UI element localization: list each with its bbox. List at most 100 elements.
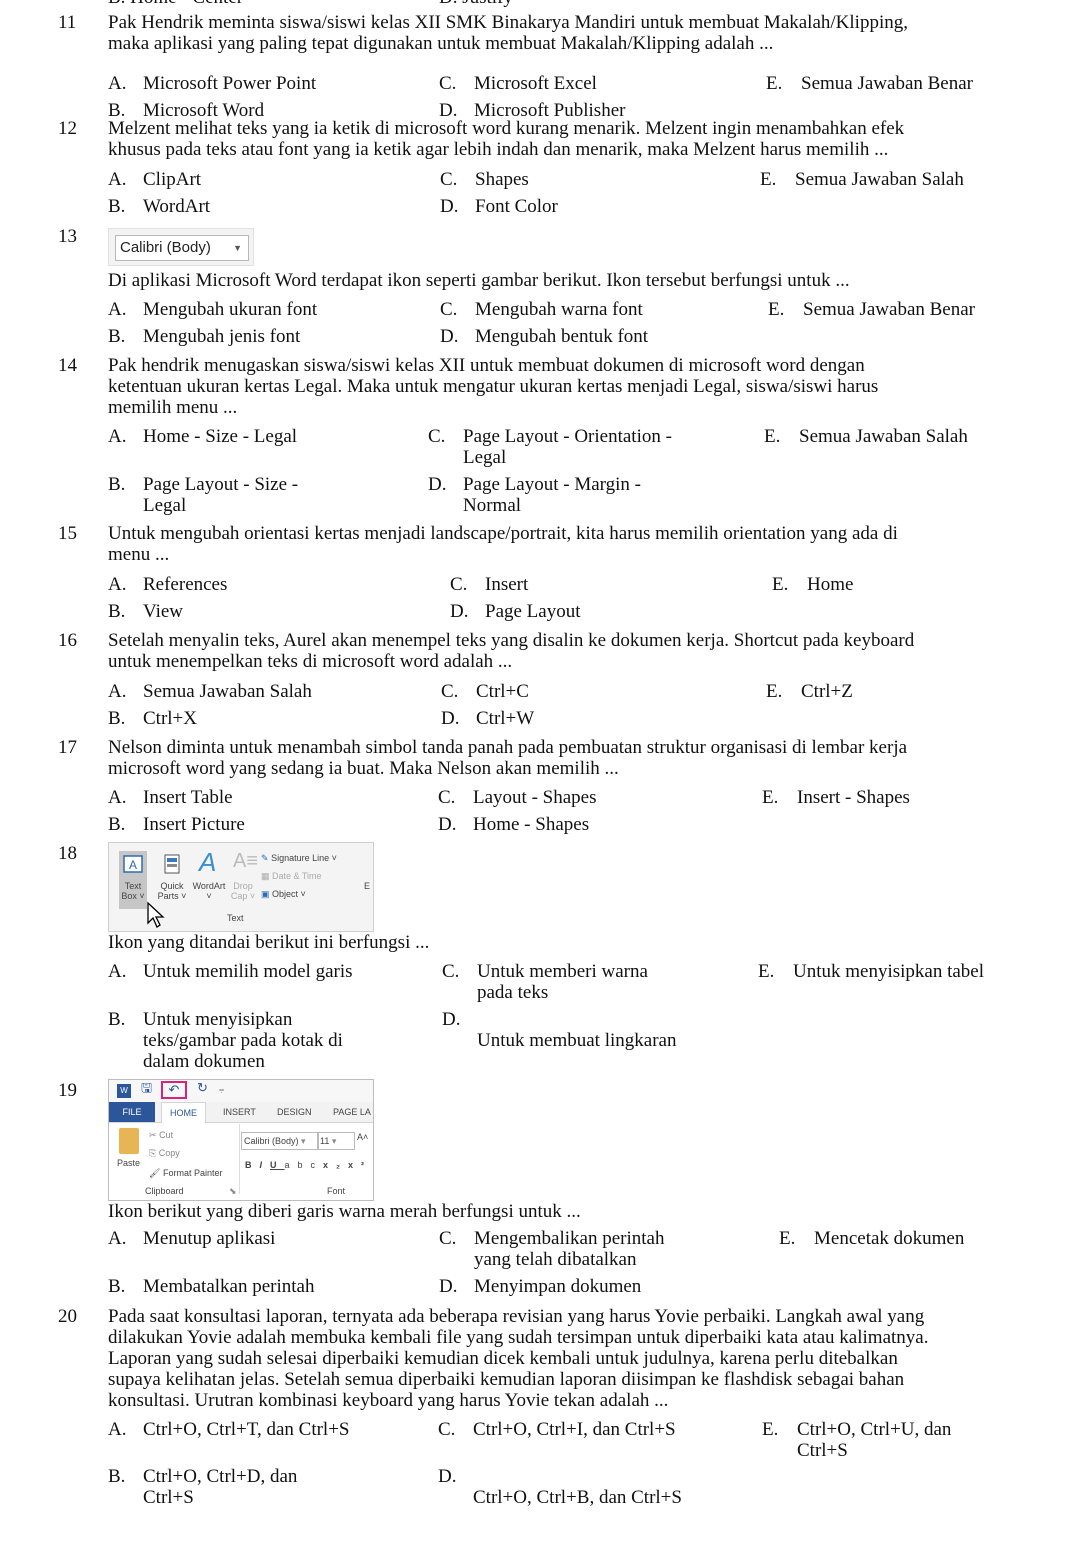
brush-icon: 🖌 [149,1168,161,1178]
option-text: Page Layout - Size - Legal [143,474,299,516]
option-text: Microsoft Excel [474,73,597,94]
option-letter: A. [108,574,127,595]
option-letter: C. [439,1228,457,1249]
customize-qat-icon: ⩦ [219,1084,225,1094]
option-letter: B. [108,814,126,835]
option-letter: B. [108,474,126,495]
option-text: Ctrl+O, Ctrl+T, dan Ctrl+S [143,1419,350,1440]
quick-parts-label: Quick Parts ˅ [157,881,187,901]
caret-down-icon: ▼ [233,243,242,253]
question-number: 15 [58,523,77,544]
option-letter: C. [440,169,458,190]
option-text: Untuk menyisipkan tabel [793,961,985,982]
cut-off-previous-options: B. Home - CenterD. Justify [108,0,808,8]
copy-icon: ⎘ [149,1148,157,1158]
question-number: 12 [58,118,77,139]
option-letter: C. [438,1419,456,1440]
question-text-line: ketentuan ukuran kertas Legal. Maka untu… [108,376,879,397]
question-text-line: Pak hendrik menugaskan siswa/siswi kelas… [108,355,865,376]
question-text: Ikon berikut yang diberi garis warna mer… [108,1201,1028,1222]
option-letter: B. [108,326,126,347]
option-letter: C. [440,299,458,320]
option-text: WordArt [143,196,211,217]
option-letter: D. [438,814,457,835]
option-text: Mengubah bentuk font [475,326,649,347]
option-letter: A. [108,426,127,447]
option-letter: E. [762,1419,779,1440]
svg-text:A: A [129,858,137,872]
question-text-line: Ikon berikut yang diberi garis warna mer… [108,1201,581,1222]
option-text: Menyimpan dokumen [474,1276,642,1297]
format-painter-item: 🖌 Format Painter [149,1168,223,1178]
question-text-line: Laporan yang sudah selesai diperbaiki ke… [108,1348,898,1369]
question-number: 18 [58,843,77,864]
paste-icon [119,1128,139,1154]
option-letter: C. [441,681,459,702]
option-letter: E. [762,787,779,808]
option-text: Insert [485,574,529,595]
question-text-line: khusus pada teks atau font yang ia ketik… [108,139,889,160]
paste-label: Paste [117,1158,141,1168]
question-text-line: microsoft word yang sedang ia buat. Maka… [108,758,619,779]
question-number: 19 [58,1080,77,1101]
font-name-box: Calibri (Body) ▾ [241,1132,319,1150]
insert-text-ribbon-image: A Text Box ˅ Quick Parts ˅ A WordArt ˅ A≡ D… [108,842,374,932]
option-letter: E. [758,961,775,982]
redo-icon: ↻ [197,1080,208,1095]
option-text: View [143,601,184,622]
option-text: Home [807,574,854,595]
signature-line-icon: ✎ [261,853,269,863]
undo-icon-highlighted: ↶ [161,1081,187,1099]
tab-design: DESIGN [277,1107,312,1117]
option-text: Semua Jawaban Benar [801,73,973,94]
question-text: Di aplikasi Microsoft Word terdapat ikon… [108,270,1028,291]
option-letter: C. [428,426,446,447]
option-text: ClipArt [143,169,202,190]
option-text: Ctrl+Z [801,681,853,702]
option-text: Page Layout - Orientation - Legal [463,426,672,468]
option-letter: E. [764,426,781,447]
text-box-label: Text Box ˅ [121,881,145,901]
option-text: Membatalkan perintah [143,1276,315,1297]
option-letter: E. [768,299,785,320]
tab-file: FILE [109,1102,155,1122]
question-number: 13 [58,226,77,247]
option-text: Microsoft Power Point [143,73,317,94]
signature-line-item: ✎ Signature Line ˅ [261,853,337,863]
option-letter: D. [438,1466,457,1487]
option-letter: B. [108,1466,126,1487]
tab-insert: INSERT [223,1107,256,1117]
option-text: Font Color [475,196,558,217]
option-letter: B. [108,196,126,217]
date-time-item: ▦ Date & Time [261,871,322,881]
format-buttons: BIUabcx₂x² [245,1160,373,1170]
option-text: Ctrl+W [476,708,535,729]
clipboard-group-label: Clipboard [145,1186,184,1196]
option-text: Ctrl+O, Ctrl+B, dan Ctrl+S [473,1487,682,1508]
option-text: Untuk membuat lingkaran [477,1030,677,1051]
option-text: Semua Jawaban Salah [143,681,312,702]
option-text: Insert Table [143,787,233,808]
group-label-text: Text [227,913,244,923]
option-letter: E. [779,1228,796,1249]
option-text: Page Layout - Margin - Normal [463,474,641,516]
option-letter: C. [442,961,460,982]
option-letter: D. [450,601,469,622]
cut-item: ✂ Cut [149,1130,174,1140]
option-text: Shapes [475,169,529,190]
question-text: Melzent melihat teks yang ia ketik di mi… [108,118,1028,160]
option-text: Home - Size - Legal [143,426,298,447]
option-text: Semua Jawaban Salah [799,426,968,447]
question-number: 20 [58,1306,77,1327]
option-letter: E. [766,73,783,94]
object-item: ▣ Object ˅ [261,889,306,899]
save-icon: 🖫 [141,1080,153,1095]
option-text: Home - Shapes [473,814,590,835]
option-letter: B. [108,1276,126,1297]
option-letter: E. [760,169,777,190]
option-letter: D. [428,474,447,495]
option-letter: D. [439,1276,458,1297]
question-text-line: memilih menu ... [108,397,238,418]
question-text-line: untuk menempelkan teks di microsoft word… [108,651,513,672]
question-text: Pak Hendrik meminta siswa/siswi kelas XI… [108,12,1028,54]
